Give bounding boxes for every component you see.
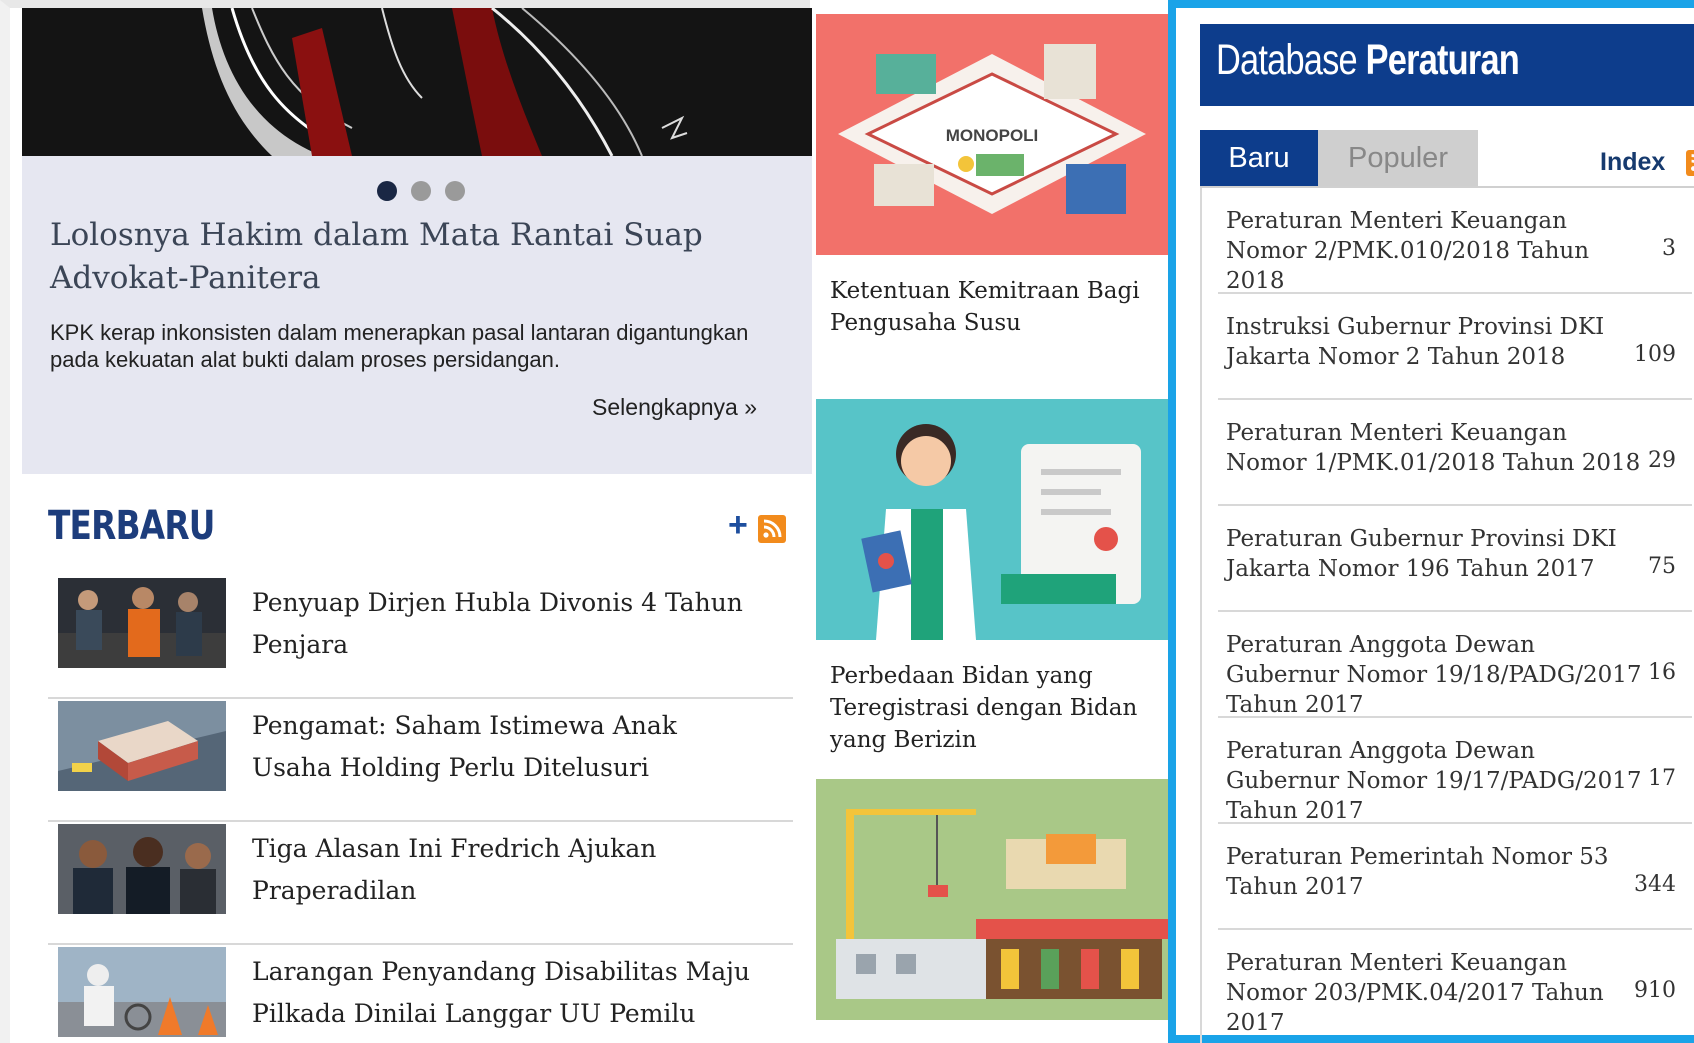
carousel-dot-2[interactable] (411, 181, 431, 201)
regulation-title[interactable]: Peraturan Gubernur Provinsi DKI Jakarta … (1226, 524, 1646, 584)
feature-title[interactable]: Perbedaan Bidan yang Teregistrasi dengan… (816, 640, 1168, 756)
feature-card[interactable]: Perbedaan Bidan yang Teregistrasi dengan… (816, 399, 1168, 756)
regulation-view-count: 16 (1648, 660, 1676, 685)
database-header: Database Peraturan (1200, 24, 1694, 106)
news-thumbnail[interactable] (58, 701, 226, 791)
feature-title[interactable]: Ketentuan Kemitraan Bagi Pengusaha Susu (816, 255, 1168, 339)
hero-image[interactable] (22, 8, 812, 156)
news-thumbnail[interactable] (58, 824, 226, 914)
regulation-item[interactable]: Peraturan Menteri Keuangan Nomor 2/PMK.0… (1218, 188, 1692, 294)
regulation-title[interactable]: Peraturan Pemerintah Nomor 53 Tahun 2017 (1226, 842, 1646, 902)
hero-illustration (22, 8, 812, 156)
news-item[interactable]: Pengamat: Saham Istimewa Anak Usaha Hold… (48, 699, 793, 822)
regulation-item[interactable]: Peraturan Anggota Dewan Gubernur Nomor 1… (1218, 612, 1692, 718)
regulation-view-count: 344 (1634, 872, 1676, 897)
terbaru-heading: TERBARU (48, 503, 215, 549)
news-title[interactable]: Tiga Alasan Ini Fredrich Ajukan Praperad… (252, 828, 752, 912)
hero-summary: KPK kerap inkonsisten dalam menerapkan p… (50, 320, 749, 372)
regulation-item[interactable]: Peraturan Gubernur Provinsi DKI Jakarta … (1218, 506, 1692, 612)
feature-image[interactable]: MONOPOLI (816, 14, 1168, 255)
news-title[interactable]: Penyuap Dirjen Hubla Divonis 4 Tahun Pen… (252, 582, 752, 666)
news-title[interactable]: Pengamat: Saham Istimewa Anak Usaha Hold… (252, 705, 752, 789)
rss-icon[interactable] (758, 515, 786, 543)
monopoli-label: MONOPOLI (946, 126, 1039, 145)
tab-baru[interactable]: Baru (1200, 130, 1318, 186)
carousel-dots (377, 181, 465, 201)
plus-icon[interactable]: + (728, 508, 748, 542)
feature-image[interactable] (816, 399, 1168, 640)
news-title[interactable]: Larangan Penyandang Disabilitas Maju Pil… (252, 951, 752, 1035)
news-item[interactable]: Larangan Penyandang Disabilitas Maju Pil… (48, 945, 793, 1043)
read-more-link[interactable]: Selengkapnya » (592, 394, 757, 421)
regulation-title[interactable]: Peraturan Menteri Keuangan Nomor 203/PMK… (1226, 948, 1646, 1038)
news-item[interactable]: Tiga Alasan Ini Fredrich Ajukan Praperad… (48, 822, 793, 945)
news-item[interactable]: Penyuap Dirjen Hubla Divonis 4 Tahun Pen… (48, 576, 793, 699)
feature-title[interactable] (816, 1020, 1168, 1040)
terbaru-header: TERBARU + (48, 503, 788, 563)
feature-card[interactable]: MONOPOLI Ketentuan Kemitraan Bagi Pengus… (816, 14, 1168, 339)
regulation-item[interactable]: Peraturan Menteri Keuangan Nomor 1/PMK.0… (1218, 400, 1692, 506)
regulation-item[interactable]: Peraturan Pemerintah Nomor 53 Tahun 2017… (1218, 824, 1692, 930)
database-title-light: Database (1216, 36, 1366, 84)
index-link[interactable]: Index (1600, 148, 1665, 177)
regulation-title[interactable]: Instruksi Gubernur Provinsi DKI Jakarta … (1226, 312, 1646, 372)
feature-image[interactable] (816, 779, 1168, 1020)
regulation-view-count: 75 (1648, 554, 1676, 579)
regulation-view-count: 29 (1648, 448, 1676, 473)
database-tabs: Baru Populer Index (1200, 130, 1694, 188)
regulation-title[interactable]: Peraturan Menteri Keuangan Nomor 2/PMK.0… (1226, 206, 1646, 296)
regulation-view-count: 17 (1648, 766, 1676, 791)
hero-card: Lolosnya Hakim dalam Mata Rantai Suap Ad… (22, 156, 812, 474)
rss-icon[interactable] (1686, 150, 1694, 176)
regulation-view-count: 3 (1662, 236, 1676, 261)
database-title-bold: Peraturan (1365, 36, 1520, 84)
regulation-list-box: Peraturan Menteri Keuangan Nomor 2/PMK.0… (1200, 188, 1694, 1043)
regulation-item[interactable]: Peraturan Anggota Dewan Gubernur Nomor 1… (1218, 718, 1692, 824)
carousel-dot-3[interactable] (445, 181, 465, 201)
regulation-title[interactable]: Peraturan Anggota Dewan Gubernur Nomor 1… (1226, 630, 1646, 720)
regulation-list: Peraturan Menteri Keuangan Nomor 2/PMK.0… (1218, 188, 1692, 1036)
regulation-view-count: 910 (1634, 978, 1676, 1003)
tab-populer[interactable]: Populer (1318, 130, 1478, 186)
regulation-title[interactable]: Peraturan Anggota Dewan Gubernur Nomor 1… (1226, 736, 1646, 826)
feature-card[interactable] (816, 779, 1168, 1040)
middle-column: MONOPOLI Ketentuan Kemitraan Bagi Pengus… (816, 14, 1168, 1043)
database-peraturan-panel: Database Peraturan Baru Populer Index Pe… (1168, 0, 1694, 1043)
news-thumbnail[interactable] (58, 947, 226, 1037)
regulation-title[interactable]: Peraturan Menteri Keuangan Nomor 1/PMK.0… (1226, 418, 1646, 478)
regulation-item[interactable]: Instruksi Gubernur Provinsi DKI Jakarta … (1218, 294, 1692, 400)
news-thumbnail[interactable] (58, 578, 226, 668)
regulation-view-count: 109 (1634, 342, 1676, 367)
left-column: Lolosnya Hakim dalam Mata Rantai Suap Ad… (0, 0, 812, 1043)
database-title: Database Peraturan (1216, 36, 1520, 85)
hero-title-link[interactable]: Lolosnya Hakim dalam Mata Rantai Suap Ad… (50, 214, 740, 300)
regulation-item[interactable]: Peraturan Menteri Keuangan Nomor 203/PMK… (1218, 930, 1692, 1036)
terbaru-news-list: Penyuap Dirjen Hubla Divonis 4 Tahun Pen… (48, 576, 793, 1043)
carousel-dot-1[interactable] (377, 181, 397, 201)
